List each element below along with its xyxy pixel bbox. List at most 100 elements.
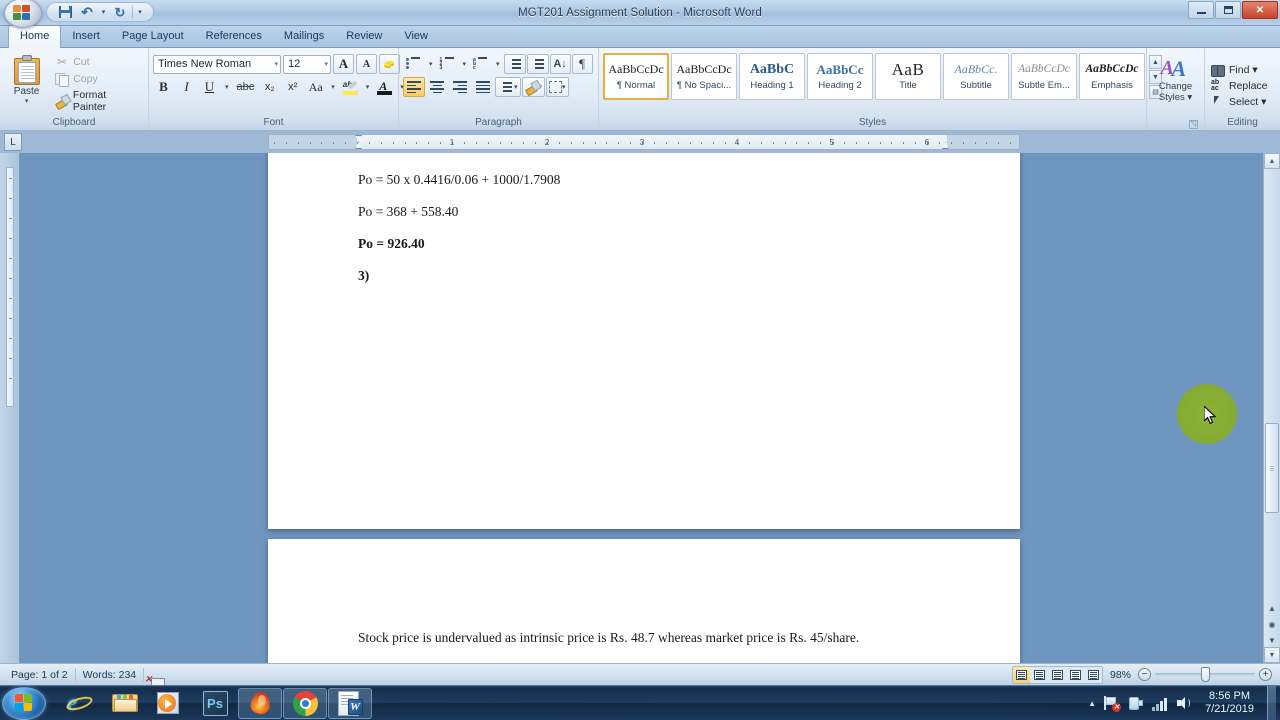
bullets-button[interactable] xyxy=(403,54,425,74)
line-spacing-button[interactable]: ▾ xyxy=(495,77,521,97)
numbering-button[interactable]: 123 xyxy=(437,54,459,74)
close-button[interactable]: ✕ xyxy=(1242,1,1278,19)
network-icon[interactable] xyxy=(1151,695,1168,712)
bold-button[interactable]: B xyxy=(153,77,174,97)
underline-button[interactable]: U xyxy=(199,77,220,97)
sort-button[interactable]: A↓ xyxy=(549,54,571,74)
justify-button[interactable] xyxy=(472,77,494,97)
zoom-in-button[interactable]: + xyxy=(1259,668,1272,681)
document-page-1[interactable]: Po = 50 x 0.4416/0.06 + 1000/1.7908 Po =… xyxy=(268,153,1020,529)
previous-page-button[interactable]: ▲ xyxy=(1265,601,1279,615)
style-heading-2[interactable]: AaBbCc Heading 2 xyxy=(807,53,873,100)
tab-references[interactable]: References xyxy=(195,26,273,47)
next-page-button[interactable]: ▼ xyxy=(1265,633,1279,647)
style-normal[interactable]: AaBbCcDc ¶ Normal xyxy=(603,53,669,100)
bullets-dropdown-icon[interactable]: ▾ xyxy=(426,54,436,74)
underline-dropdown-icon[interactable]: ▾ xyxy=(222,77,232,97)
clock[interactable]: 8:56 PM 7/21/2019 xyxy=(1199,690,1260,716)
volume-icon[interactable] xyxy=(1175,695,1192,712)
font-name-combo[interactable]: Times New Roman ▾ xyxy=(153,54,281,74)
zoom-level[interactable]: 98% xyxy=(1106,669,1135,681)
increase-indent-button[interactable] xyxy=(526,54,549,74)
undo-dropdown-icon[interactable]: ▾ xyxy=(99,4,108,21)
tab-insert[interactable]: Insert xyxy=(61,26,111,47)
tab-stop-selector[interactable]: L xyxy=(4,133,22,151)
view-draft-button[interactable] xyxy=(1085,667,1102,683)
select-button[interactable]: Select ▾ xyxy=(1209,95,1270,109)
tab-page-layout[interactable]: Page Layout xyxy=(111,26,195,47)
maximize-button[interactable] xyxy=(1215,1,1241,19)
font-color-button[interactable]: A xyxy=(374,77,395,97)
numbering-dropdown-icon[interactable]: ▾ xyxy=(460,54,470,74)
style-emphasis[interactable]: AaBbCcDc Emphasis xyxy=(1079,53,1145,100)
align-left-button[interactable] xyxy=(403,77,425,97)
find-button[interactable]: Find ▾ xyxy=(1209,63,1270,77)
zoom-slider[interactable]: − + xyxy=(1138,667,1272,682)
format-painter-button[interactable]: Format Painter xyxy=(52,88,144,114)
view-print-layout-button[interactable] xyxy=(1012,666,1030,683)
replace-button[interactable]: ab ac Replace xyxy=(1209,79,1270,93)
start-button[interactable] xyxy=(2,686,46,720)
horizontal-ruler[interactable]: 1234567 xyxy=(268,134,1020,150)
scroll-down-button[interactable]: ▼ xyxy=(1264,647,1280,663)
shading-button[interactable]: ▾ xyxy=(521,77,546,97)
show-hidden-icons-icon[interactable]: ▲ xyxy=(1088,699,1096,708)
taskbar-item-media-player[interactable] xyxy=(148,688,192,719)
tab-home[interactable]: Home xyxy=(8,25,62,48)
action-center-icon[interactable]: ✕ xyxy=(1103,695,1122,712)
strikethrough-button[interactable]: abc xyxy=(234,77,258,97)
document-canvas[interactable]: Po = 50 x 0.4416/0.06 + 1000/1.7908 Po =… xyxy=(0,153,1280,663)
superscript-button[interactable]: x² xyxy=(282,77,303,97)
italic-button[interactable]: I xyxy=(176,77,197,97)
align-right-button[interactable] xyxy=(449,77,471,97)
change-case-button[interactable]: Aa xyxy=(305,77,326,97)
change-case-dropdown-icon[interactable]: ▾ xyxy=(328,77,338,97)
page-indicator[interactable]: Page: 1 of 2 xyxy=(4,669,75,681)
multilevel-dropdown-icon[interactable]: ▾ xyxy=(493,54,503,74)
zoom-track[interactable] xyxy=(1155,667,1255,682)
clear-formatting-button[interactable]: 🧽 xyxy=(379,54,400,74)
cut-button[interactable]: ✂ Cut xyxy=(52,54,144,70)
subscript-button[interactable]: x₂ xyxy=(259,77,280,97)
scrollbar-thumb[interactable] xyxy=(1265,423,1279,513)
taskbar-item-browser[interactable] xyxy=(238,687,282,719)
view-full-screen-reading-button[interactable] xyxy=(1031,667,1048,683)
show-formatting-marks-button[interactable]: ¶ xyxy=(571,54,593,74)
redo-icon[interactable]: ↻ xyxy=(110,4,130,21)
save-icon[interactable] xyxy=(55,4,75,21)
power-icon[interactable] xyxy=(1127,695,1144,712)
style-no-spacing[interactable]: AaBbCcDc ¶ No Spaci... xyxy=(671,53,737,100)
paste-button[interactable]: Paste ▾ xyxy=(4,51,49,116)
customize-qat-icon[interactable]: ▾ xyxy=(135,4,145,21)
taskbar-item-photoshop[interactable]: Ps xyxy=(193,688,237,719)
multilevel-list-button[interactable]: abc xyxy=(470,54,492,74)
taskbar-item-chrome[interactable] xyxy=(283,687,327,719)
decrease-indent-button[interactable] xyxy=(503,54,526,74)
align-center-button[interactable] xyxy=(426,77,448,97)
font-size-combo[interactable]: 12 ▾ xyxy=(283,54,331,74)
select-browse-object-button[interactable]: ◉ xyxy=(1265,617,1279,631)
style-subtitle[interactable]: AaBbCc. Subtitle xyxy=(943,53,1009,100)
document-page-2[interactable]: Stock price is undervalued as intrinsic … xyxy=(268,539,1020,663)
borders-button[interactable]: ▾ xyxy=(546,77,569,97)
vertical-scrollbar[interactable]: ▲ ▲ ◉ ▼ ▼ xyxy=(1263,153,1280,663)
taskbar-item-word[interactable]: W xyxy=(328,687,372,719)
shrink-font-button[interactable]: A xyxy=(356,54,377,74)
style-subtle-emphasis[interactable]: AaBbCcDc Subtle Em... xyxy=(1011,53,1077,100)
minimize-button[interactable] xyxy=(1188,1,1214,19)
undo-icon[interactable]: ↶ xyxy=(77,4,97,21)
taskbar-item-windows-explorer[interactable] xyxy=(103,688,147,719)
zoom-slider-thumb[interactable] xyxy=(1201,667,1210,682)
zoom-out-button[interactable]: − xyxy=(1138,668,1151,681)
text-highlight-button[interactable]: ab xyxy=(340,77,361,97)
tab-view[interactable]: View xyxy=(393,26,439,47)
view-outline-button[interactable] xyxy=(1067,667,1084,683)
copy-button[interactable]: Copy xyxy=(52,71,144,87)
taskbar-item-internet-explorer[interactable]: e xyxy=(58,688,102,719)
show-desktop-button[interactable] xyxy=(1267,685,1276,720)
paste-dropdown-icon[interactable]: ▾ xyxy=(25,97,29,105)
office-button[interactable] xyxy=(4,0,42,28)
style-heading-1[interactable]: AaBbC Heading 1 xyxy=(739,53,805,100)
highlight-dropdown-icon[interactable]: ▾ xyxy=(363,77,373,97)
word-count[interactable]: Words: 234 xyxy=(76,669,144,681)
